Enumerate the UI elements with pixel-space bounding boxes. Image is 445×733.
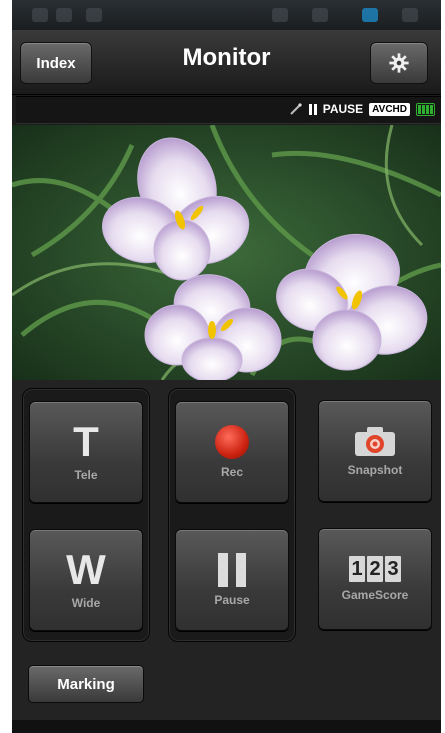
gear-icon <box>389 53 409 73</box>
pause-icon <box>308 103 317 115</box>
wide-glyph: W <box>66 546 106 593</box>
record-group: Rec Pause <box>168 388 296 642</box>
rec-button[interactable]: Rec <box>175 401 289 503</box>
control-panel: T Tele W Wide Rec Pause Snapshot 1 2 3 G… <box>12 380 441 733</box>
score-digit: 2 <box>367 556 383 582</box>
device-status-bar <box>12 0 441 30</box>
zoom-group: T Tele W Wide <box>22 388 150 642</box>
remote-icon <box>290 103 302 115</box>
tele-button[interactable]: T Tele <box>29 401 143 503</box>
camera-preview <box>12 125 441 380</box>
camera-icon <box>355 427 395 456</box>
preview-image <box>12 125 441 380</box>
title-bar: Index Monitor <box>12 30 441 95</box>
tele-glyph: T <box>73 418 99 465</box>
rec-label: Rec <box>220 465 243 479</box>
pause-icon <box>218 553 246 587</box>
status-indicator <box>402 8 418 22</box>
bottom-bar <box>12 720 441 733</box>
score-digit: 1 <box>349 556 365 582</box>
pause-button[interactable]: Pause <box>175 529 289 631</box>
snapshot-label: Snapshot <box>347 463 403 477</box>
status-indicator <box>362 8 378 22</box>
battery-icon <box>416 102 435 116</box>
pause-label: Pause <box>214 593 250 607</box>
gamescore-label: GameScore <box>341 588 409 602</box>
score-digit: 3 <box>385 556 401 582</box>
scoreboard-icon: 1 2 3 <box>349 556 401 582</box>
tele-label: Tele <box>74 468 98 482</box>
settings-button[interactable] <box>370 42 428 84</box>
status-indicator <box>272 8 288 22</box>
app-frame: Index Monitor PAUSE AVCHD T Tele W Wide … <box>12 0 441 733</box>
status-indicator <box>86 8 102 22</box>
format-badge: AVCHD <box>369 102 410 116</box>
status-indicator <box>32 8 48 22</box>
wide-label: Wide <box>71 596 101 610</box>
record-icon <box>215 425 249 459</box>
wide-button[interactable]: W Wide <box>29 529 143 631</box>
gamescore-button[interactable]: 1 2 3 GameScore <box>318 528 432 630</box>
snapshot-button[interactable]: Snapshot <box>318 400 432 502</box>
pause-status-text: PAUSE <box>322 102 364 116</box>
recording-status-row: PAUSE AVCHD <box>16 96 441 124</box>
status-indicator <box>312 8 328 22</box>
marking-button[interactable]: Marking <box>28 665 144 703</box>
status-indicator <box>56 8 72 22</box>
